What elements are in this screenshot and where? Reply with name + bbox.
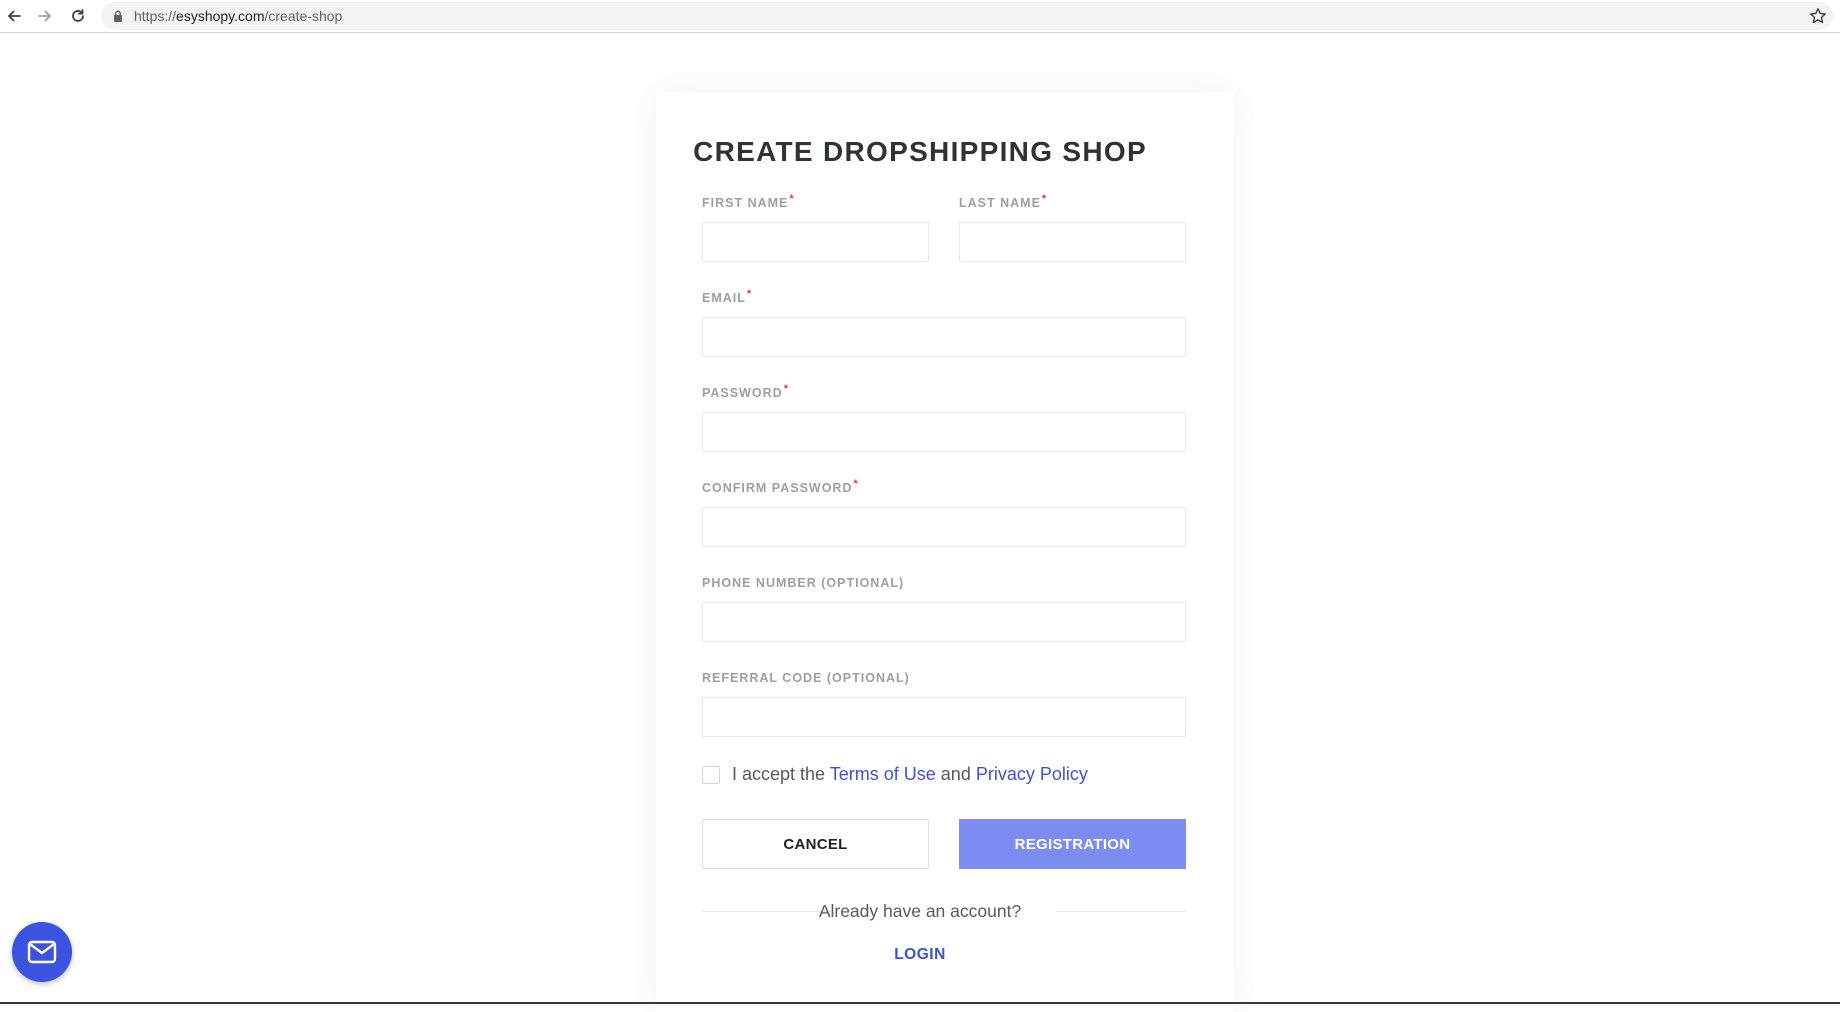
confirm-password-input[interactable] xyxy=(702,507,1186,547)
referral-input[interactable] xyxy=(702,697,1186,737)
email-input[interactable] xyxy=(702,317,1186,357)
required-marker: * xyxy=(789,193,795,205)
back-arrow-icon[interactable] xyxy=(1,3,27,29)
registration-button[interactable]: REGISTRATION xyxy=(959,819,1186,869)
url-host: esyshopy.com xyxy=(176,8,265,24)
terms-of-use-link[interactable]: Terms of Use xyxy=(830,764,936,784)
lock-icon xyxy=(114,10,122,22)
referral-label: REFERRAL CODE (OPTIONAL) xyxy=(702,671,910,685)
forward-arrow-icon[interactable] xyxy=(32,3,58,29)
phone-input[interactable] xyxy=(702,602,1186,642)
bookmark-star-icon[interactable] xyxy=(1809,7,1827,25)
terms-checkbox[interactable] xyxy=(702,766,720,784)
first-name-label: FIRST NAME* xyxy=(702,193,795,210)
chat-button[interactable] xyxy=(12,922,72,982)
reload-icon[interactable] xyxy=(65,3,91,29)
password-label: PASSWORD* xyxy=(702,383,789,400)
url-text: https://esyshopy.com/create-shop xyxy=(134,2,342,30)
browser-toolbar: https://esyshopy.com/create-shop xyxy=(0,0,1840,33)
phone-label-text: PHONE NUMBER (OPTIONAL) xyxy=(702,576,905,590)
login-link[interactable]: LOGIN xyxy=(894,946,946,963)
already-account-text: Already have an account? xyxy=(818,901,1022,921)
last-name-label-text: LAST NAME xyxy=(959,196,1041,210)
envelope-icon xyxy=(27,940,57,964)
terms-prefix: I accept the xyxy=(732,764,826,784)
address-bar[interactable]: https://esyshopy.com/create-shop xyxy=(101,2,1833,30)
referral-label-text: REFERRAL CODE (OPTIONAL) xyxy=(702,671,910,685)
login-container: LOGIN xyxy=(0,945,1840,965)
email-label: EMAIL* xyxy=(702,288,753,305)
last-name-label: LAST NAME* xyxy=(959,193,1048,210)
password-input[interactable] xyxy=(702,412,1186,452)
first-name-label-text: FIRST NAME xyxy=(702,196,789,210)
confirm-password-label-text: CONFIRM PASSWORD xyxy=(702,481,853,495)
required-marker: * xyxy=(746,288,753,300)
required-marker: * xyxy=(1041,193,1048,205)
url-scheme: https:// xyxy=(134,8,177,24)
last-name-input[interactable] xyxy=(959,222,1186,262)
cancel-button[interactable]: CANCEL xyxy=(702,819,929,869)
email-label-text: EMAIL xyxy=(702,291,746,305)
first-name-input[interactable] xyxy=(702,222,929,262)
required-marker: * xyxy=(783,383,789,395)
registration-button-label: REGISTRATION xyxy=(1014,835,1131,853)
url-path: /create-shop xyxy=(264,8,343,24)
terms-text: I accept the Terms of Use and Privacy Po… xyxy=(732,763,1088,785)
cancel-button-label: CANCEL xyxy=(783,835,848,853)
privacy-policy-link[interactable]: Privacy Policy xyxy=(976,764,1088,784)
page-title: CREATE DROPSHIPPING SHOP xyxy=(693,136,1147,167)
confirm-password-label: CONFIRM PASSWORD* xyxy=(702,478,859,495)
phone-label: PHONE NUMBER (OPTIONAL) xyxy=(702,576,904,590)
password-label-text: PASSWORD xyxy=(702,386,783,400)
terms-and: and xyxy=(940,764,971,784)
required-marker: * xyxy=(853,478,859,490)
